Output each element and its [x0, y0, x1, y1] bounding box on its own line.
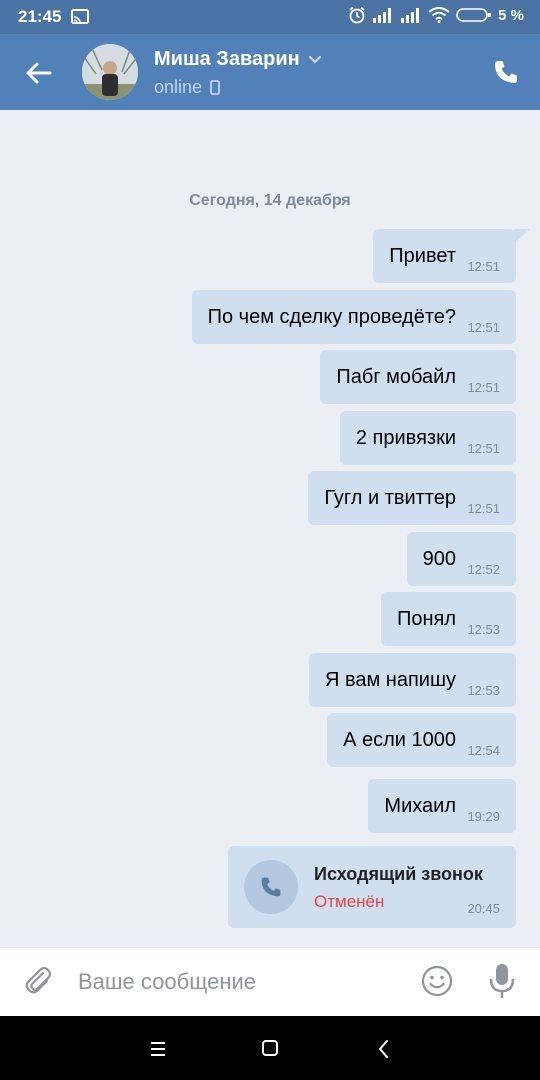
message-time: 19:29 [467, 809, 500, 824]
message-bubble[interactable]: Я вам напишу 12:53 [308, 653, 516, 707]
message-text: 900 [422, 548, 456, 570]
message-time: 12:52 [467, 562, 500, 577]
status-bar: 21:45 5 % [0, 0, 540, 34]
cast-icon [71, 9, 89, 24]
call-button[interactable] [244, 860, 298, 914]
message-bubble[interactable]: Пабг мобайл 12:51 [320, 350, 516, 404]
message-bubble[interactable]: А если 1000 12:54 [327, 713, 516, 767]
message-bubble[interactable]: Понял 12:53 [380, 592, 516, 646]
message-list[interactable]: Сегодня, 14 декабря Привет 12:51 По чем … [0, 110, 540, 948]
emoji-icon[interactable] [420, 964, 454, 998]
contact-name[interactable]: Миша Заварин [154, 48, 322, 71]
battery-percent: 5 % [498, 6, 524, 24]
message-text: Михаил [384, 795, 456, 817]
message-time: 12:53 [467, 622, 500, 637]
message-text: 2 привязки [355, 427, 456, 449]
call-message[interactable]: Исходящий звонок Отменён 20:45 [228, 846, 516, 928]
message-text: Пабг мобайл [336, 366, 456, 388]
message-text: Привет [389, 245, 456, 267]
chevron-down-icon[interactable] [308, 55, 322, 65]
message-time: 12:51 [467, 259, 500, 274]
call-title: Исходящий звонок [314, 864, 483, 884]
status-text: online [154, 77, 203, 97]
message-text: Гугл и твиттер [324, 487, 456, 509]
date-separator: Сегодня, 14 декабря [189, 192, 351, 209]
message-bubble[interactable]: По чем сделку проведёте? 12:51 [191, 290, 516, 344]
microphone-icon[interactable] [486, 962, 518, 1000]
mobile-icon [210, 80, 220, 95]
battery-icon [456, 8, 492, 22]
message-composer [0, 948, 540, 1016]
message-text: По чем сделку проведёте? [207, 306, 456, 328]
paperclip-icon[interactable] [22, 964, 56, 998]
message-input[interactable] [78, 962, 398, 1002]
call-status: Отменён [314, 892, 385, 911]
message-bubble[interactable]: 2 привязки 12:51 [339, 411, 516, 465]
wifi-icon [428, 7, 450, 23]
message-text: А если 1000 [343, 729, 456, 751]
message-time: 12:51 [467, 501, 500, 516]
menu-icon[interactable] [144, 1038, 172, 1060]
message-bubble[interactable]: 900 12:52 [406, 532, 516, 586]
phone-icon [261, 877, 281, 897]
message-time: 12:53 [467, 683, 500, 698]
contact-status: online [154, 77, 220, 98]
message-text: Понял [396, 608, 456, 630]
signal-icon [373, 8, 392, 23]
message-bubble[interactable]: Гугл и твиттер 12:51 [308, 471, 516, 525]
message-bubble[interactable]: Привет 12:51 [373, 229, 530, 283]
message-text: Я вам напишу [324, 669, 456, 691]
message-bubble[interactable]: Михаил 19:29 [368, 779, 516, 833]
alarm-icon [349, 6, 365, 24]
avatar[interactable] [82, 44, 138, 100]
status-time: 21:45 [18, 7, 62, 26]
message-time: 12:51 [467, 441, 500, 456]
nav-back-icon[interactable] [372, 1036, 394, 1062]
message-time: 12:51 [467, 380, 500, 395]
message-time: 12:51 [467, 320, 500, 335]
message-time: 12:54 [467, 743, 500, 758]
phone-icon[interactable] [492, 58, 520, 86]
back-arrow-icon[interactable] [22, 56, 56, 90]
system-nav-bar [0, 1016, 540, 1080]
home-icon[interactable] [258, 1036, 282, 1060]
signal-icon [401, 8, 420, 23]
call-time: 20:45 [467, 901, 500, 916]
contact-name-text: Миша Заварин [154, 48, 300, 70]
chat-header: Миша Заварин online [0, 34, 540, 110]
